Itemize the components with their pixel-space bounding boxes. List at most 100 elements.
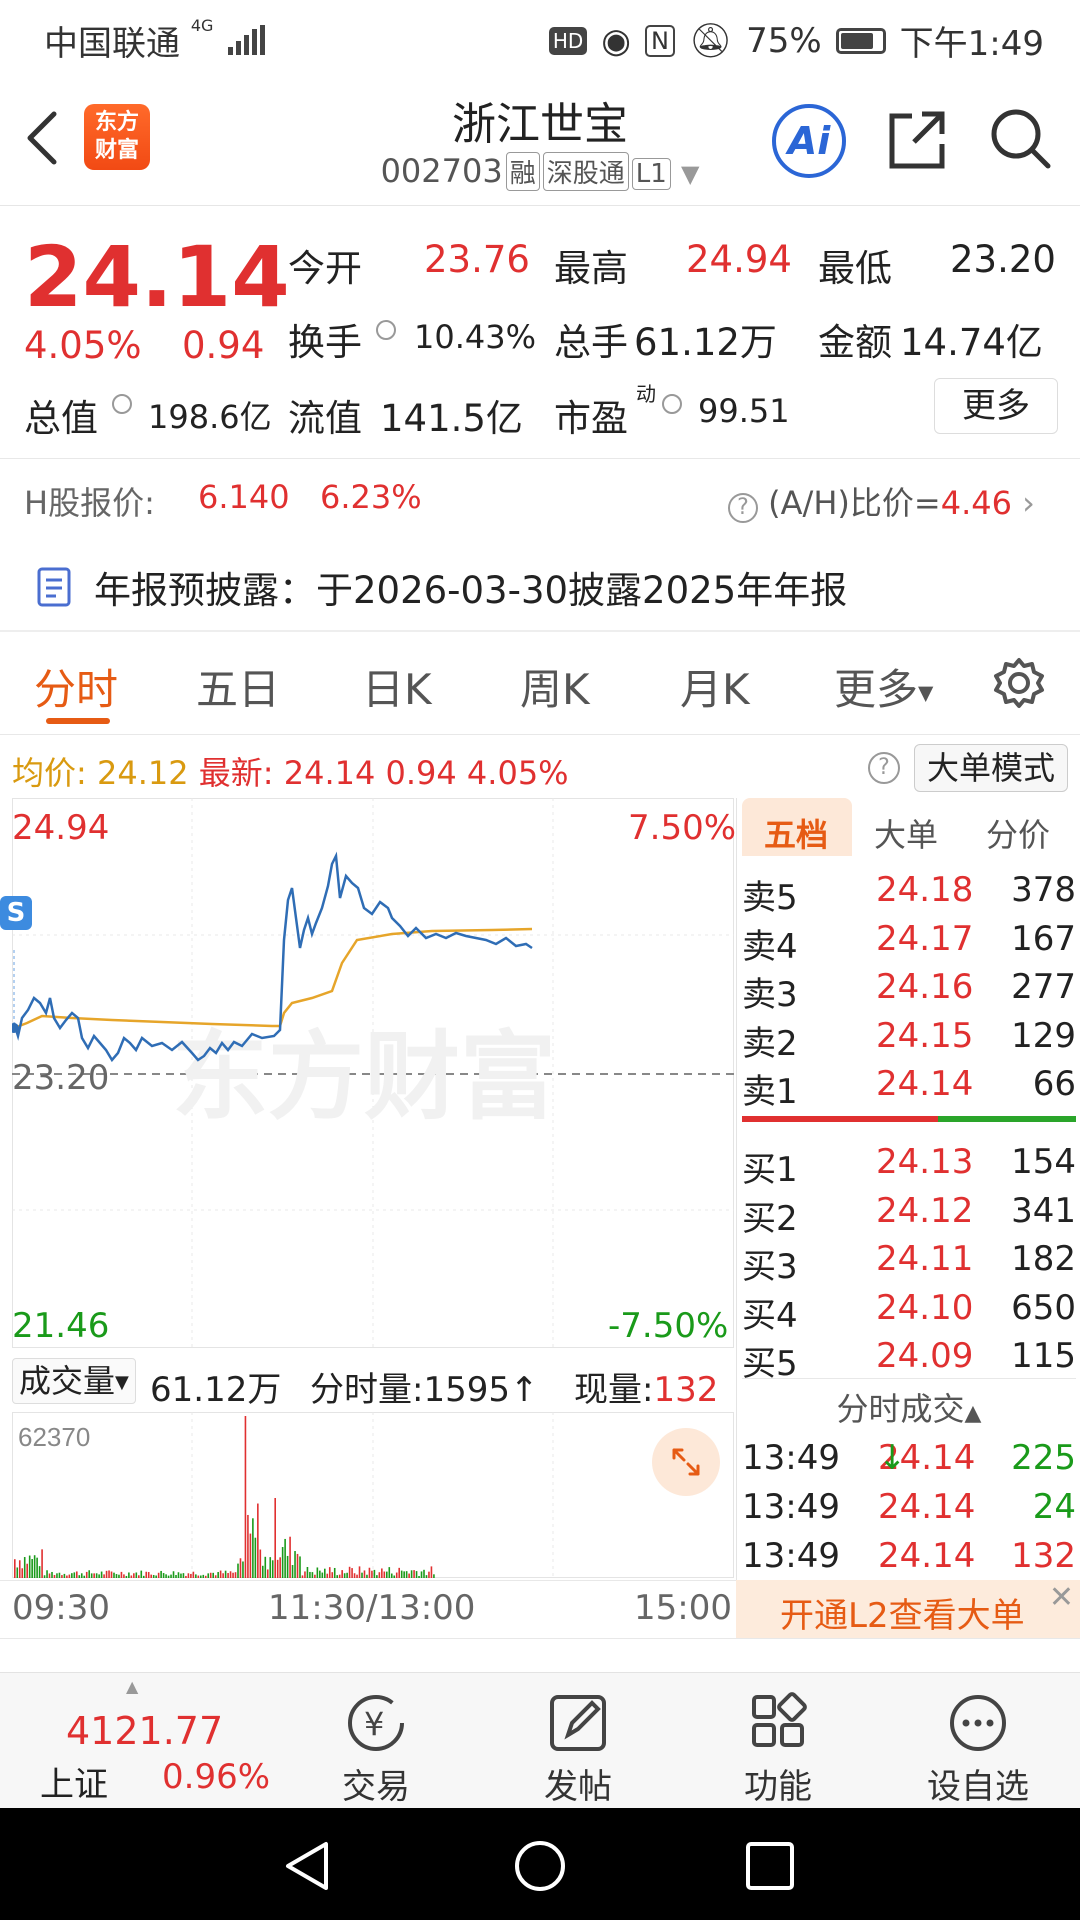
- trades-header[interactable]: 分时成交▲: [742, 1384, 1076, 1430]
- volume-bar: [341, 1570, 343, 1578]
- volume-bar: [115, 1574, 118, 1578]
- float-label: 流值: [288, 397, 362, 440]
- volume-bar: [420, 1571, 423, 1578]
- sell-row[interactable]: 卖4 24.17 167: [742, 919, 1076, 967]
- volume-bar: [177, 1572, 180, 1578]
- volume-bar: [413, 1570, 415, 1578]
- tab-weekly-k[interactable]: 周K: [520, 656, 590, 717]
- chart-max-price: 24.94: [12, 808, 110, 848]
- sell-row[interactable]: 卖1 24.14 66: [742, 1064, 1076, 1112]
- nav-functions-label: 功能: [744, 1767, 812, 1807]
- volume-bar: [262, 1565, 264, 1578]
- home-circle-icon[interactable]: [512, 1838, 568, 1894]
- volume-bar: [259, 1549, 262, 1578]
- l2-banner[interactable]: 开通L2查看大单 ✕: [736, 1580, 1080, 1638]
- sell-row[interactable]: 卖3 24.16 277: [742, 967, 1076, 1015]
- pe-label: 市盈: [554, 397, 628, 440]
- tab-more[interactable]: 更多▼: [834, 656, 933, 717]
- buy-price: 24.12: [876, 1190, 974, 1231]
- volume-bar: [78, 1575, 81, 1578]
- volume-chart[interactable]: 62370: [12, 1412, 734, 1578]
- volume-bar: [212, 1572, 214, 1578]
- sell-row[interactable]: 卖5 24.18 378: [742, 870, 1076, 918]
- volume-bar: [257, 1503, 259, 1578]
- nav-functions[interactable]: 功能: [708, 1673, 848, 1808]
- tab-intraday[interactable]: 分时: [34, 656, 118, 717]
- buy-row[interactable]: 买4 24.10 650: [742, 1288, 1076, 1336]
- index-name: 上证: [40, 1765, 108, 1805]
- nav-add-watchlist[interactable]: 设自选: [908, 1673, 1048, 1808]
- volume-bar: [88, 1570, 90, 1578]
- volume-bar: [175, 1575, 177, 1578]
- buy-qty: 650: [1011, 1287, 1076, 1328]
- orderbook-tab-price[interactable]: 分价: [986, 810, 1050, 856]
- volume-bar: [378, 1572, 381, 1578]
- volume-bar: [351, 1568, 353, 1578]
- tab-monthly-k[interactable]: 月K: [680, 656, 750, 717]
- volume-bar: [266, 1569, 269, 1578]
- tab-daily-k[interactable]: 日K: [362, 656, 432, 717]
- sell-price: 24.18: [876, 870, 974, 910]
- s-badge[interactable]: S: [0, 896, 32, 930]
- volume-bar: [229, 1571, 232, 1578]
- sell-qty: 66: [1032, 1064, 1076, 1104]
- tag-margin: 融: [505, 152, 540, 191]
- avg-price-line: [13, 927, 533, 1030]
- volume-bar: [68, 1574, 71, 1578]
- ai-icon[interactable]: Ai: [772, 104, 846, 178]
- info-icon[interactable]: [376, 320, 396, 340]
- volume-bar: [309, 1571, 311, 1578]
- buy-row[interactable]: 买2 24.12 341: [742, 1191, 1076, 1239]
- search-icon[interactable]: [988, 106, 1054, 172]
- tab-five-day[interactable]: 五日: [196, 656, 280, 717]
- notice-text[interactable]: 年报预披露：于2026-03-30披露2025年年报: [94, 560, 847, 614]
- more-button[interactable]: 更多: [934, 378, 1058, 434]
- back-triangle-icon[interactable]: [280, 1838, 334, 1894]
- volume-selector[interactable]: 成交量▼: [12, 1358, 136, 1404]
- buy-row[interactable]: 买1 24.13 154: [742, 1142, 1076, 1190]
- orderbook-tab-five[interactable]: 五档: [764, 810, 828, 856]
- expand-button[interactable]: [652, 1428, 720, 1496]
- hshare-pct[interactable]: 6.23%: [320, 478, 422, 516]
- orderbook-tab-big[interactable]: 大单: [874, 810, 938, 856]
- sell-price: 24.17: [876, 918, 974, 959]
- big-order-mode-button[interactable]: 大单模式: [914, 744, 1069, 792]
- total-volume: 61.12万: [150, 1370, 282, 1410]
- ah-ratio[interactable]: ? (A/H)比价=4.46 ›: [728, 478, 1035, 524]
- info-icon[interactable]: [662, 394, 682, 414]
- volume-bar: [234, 1572, 237, 1578]
- avg-value: 24.12: [96, 754, 189, 792]
- volume-bar: [264, 1556, 267, 1578]
- volume-bar: [23, 1557, 26, 1578]
- volume-bar: [195, 1574, 197, 1578]
- stock-code: 002703: [380, 152, 503, 190]
- index-value[interactable]: 4121.77: [66, 1709, 223, 1753]
- intraday-chart[interactable]: 东方财富: [12, 798, 734, 1348]
- volume-bar: [361, 1572, 363, 1578]
- nav-post[interactable]: 发帖: [508, 1673, 648, 1808]
- caret-up-icon: ▲: [126, 1677, 139, 1696]
- close-icon[interactable]: ✕: [1049, 1580, 1074, 1615]
- nav-trade[interactable]: ¥ 交易: [306, 1673, 446, 1808]
- sell-price: 24.16: [876, 967, 974, 1007]
- volume-bar: [376, 1575, 378, 1578]
- volume-bar: [204, 1575, 207, 1578]
- volume-bar: [390, 1573, 393, 1578]
- volume-bar: [383, 1571, 386, 1578]
- sell-row[interactable]: 卖2 24.15 129: [742, 1016, 1076, 1064]
- help-icon[interactable]: ?: [868, 752, 900, 784]
- share-icon[interactable]: [884, 106, 950, 172]
- buy-row[interactable]: 买5 24.09 115: [742, 1336, 1076, 1384]
- volume-bar: [331, 1572, 334, 1578]
- buy-row[interactable]: 买3 24.11 182: [742, 1239, 1076, 1287]
- nav-post-label: 发帖: [544, 1767, 612, 1807]
- hshare-price: 6.140: [198, 478, 290, 516]
- volume-bar: [145, 1571, 148, 1578]
- settings-gear-icon[interactable]: [992, 656, 1046, 710]
- buy-price: 24.13: [876, 1142, 974, 1182]
- volume-bar: [71, 1573, 73, 1578]
- recents-square-icon[interactable]: [744, 1840, 796, 1892]
- nav-add-watchlist-label: 设自选: [927, 1767, 1029, 1807]
- info-icon[interactable]: [112, 394, 132, 414]
- volume-bar: [415, 1571, 418, 1578]
